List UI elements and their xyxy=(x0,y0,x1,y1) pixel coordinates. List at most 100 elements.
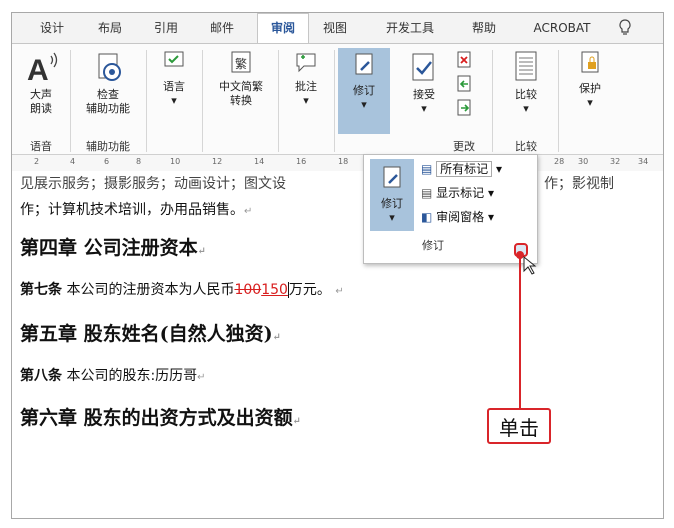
group-label-changes: 更改 xyxy=(453,140,475,153)
article-7-label: 第七条 xyxy=(20,282,62,298)
group-separator xyxy=(146,50,147,152)
ruler-tick: 14 xyxy=(254,157,265,166)
comment-icon xyxy=(296,53,316,73)
next-change-button[interactable] xyxy=(450,98,480,122)
language-icon xyxy=(164,51,184,67)
ruler-tick: 4 xyxy=(70,157,76,166)
chapter-5-text: 第五章 股东姓名(自然人独资) xyxy=(20,323,273,345)
dropdown-arrow-icon: ▾ xyxy=(389,211,395,224)
ruler-tick: 6 xyxy=(104,157,110,166)
ruler-tick: 10 xyxy=(170,157,181,166)
reject-button[interactable] xyxy=(450,50,480,74)
tab-layout[interactable]: 布局 xyxy=(90,13,130,43)
paragraph-mark-icon: ↵ xyxy=(335,286,344,297)
chapter-5-heading: 第五章 股东姓名(自然人独资)↵ xyxy=(20,319,281,346)
paragraph-mark-icon: ↵ xyxy=(272,332,281,343)
tab-help[interactable]: 帮助 xyxy=(464,13,504,43)
article-8-label: 第八条 xyxy=(20,368,62,384)
deleted-text: 100 xyxy=(234,282,262,298)
ribbon-tabs: 设计 布局 引用 邮件 审阅 视图 开发工具 帮助 ACROBAT xyxy=(12,13,663,44)
read-aloud-label: 大声 朗读 xyxy=(30,88,52,115)
article-8-text: 本公司的股东:历历哥 xyxy=(66,368,198,384)
paragraph-mark-icon: ↵ xyxy=(244,206,253,217)
svg-text:A: A xyxy=(27,54,49,84)
document-body[interactable]: 见展示服务；摄影服务；动画设计；图文设 作；影视制 作；计算机技术培训，办用品销… xyxy=(12,171,663,518)
all-markup-select: 所有标记 xyxy=(436,161,493,177)
accept-label: 接受 xyxy=(413,88,435,101)
tab-view[interactable]: 视图 xyxy=(315,13,355,43)
dropdown-arrow-icon: ▾ xyxy=(488,210,495,224)
dropdown-arrow-icon: ▾ xyxy=(496,162,503,176)
tab-references[interactable]: 引用 xyxy=(146,13,186,43)
protect-button[interactable]: 保护 ▾ xyxy=(564,50,616,110)
dropdown-arrow-icon: ▾ xyxy=(171,94,177,107)
ruler-tick: 12 xyxy=(212,157,223,166)
group-separator xyxy=(278,50,279,152)
dropdown-arrow-icon: ▾ xyxy=(488,186,495,200)
previous-change-button[interactable] xyxy=(450,74,480,98)
tab-developer[interactable]: 开发工具 xyxy=(377,13,443,43)
article-8: 第八条 本公司的股东:历历哥↵ xyxy=(20,365,206,385)
lightbulb-icon[interactable] xyxy=(615,13,635,43)
tracking-group-popup: 修订 ▾ ▤ 所有标记 ▾ ▤ 显示标记 ▾ ◧ 审阅窗格 ▾ 修订 xyxy=(363,154,538,264)
word-window: 设计 布局 引用 邮件 审阅 视图 开发工具 帮助 ACROBAT A 大声 朗… xyxy=(11,12,664,519)
previous-change-icon xyxy=(457,75,471,92)
group-separator xyxy=(334,50,335,152)
language-button[interactable]: 语言 ▾ xyxy=(152,50,196,108)
read-aloud-button[interactable]: A 大声 朗读 xyxy=(18,50,64,116)
article-7: 第七条 本公司的注册资本为人民币100150万元。 ↵ xyxy=(20,279,344,299)
group-label-compare: 比较 xyxy=(515,140,537,153)
svg-text:繁: 繁 xyxy=(235,56,247,71)
dropdown-arrow-icon: ▾ xyxy=(421,102,427,115)
language-label: 语言 xyxy=(163,80,185,93)
horizontal-ruler[interactable]: 2 4 6 8 10 12 14 16 18 28 30 32 34 xyxy=(12,155,663,172)
track-changes-icon xyxy=(383,166,401,188)
read-aloud-icon: A xyxy=(27,52,58,87)
check-accessibility-button[interactable]: 检查 辅助功能 xyxy=(76,50,140,116)
all-markup-dropdown[interactable]: ▤ 所有标记 ▾ xyxy=(421,159,502,179)
markup-icon: ▤ xyxy=(421,162,433,176)
chinese-conversion-label: 中文简繁 转换 xyxy=(219,80,263,107)
dropdown-arrow-icon: ▾ xyxy=(587,96,593,109)
dropdown-arrow-icon: ▾ xyxy=(361,98,367,111)
callout-connector xyxy=(516,251,537,409)
ruler-tick: 34 xyxy=(638,157,649,166)
dropdown-arrow-icon: ▾ xyxy=(523,102,529,115)
ruler-tick: 2 xyxy=(34,157,40,166)
compare-button[interactable]: 比较 ▾ xyxy=(500,50,552,116)
track-changes-button[interactable]: 修订 ▾ xyxy=(338,48,390,134)
track-changes-icon xyxy=(355,53,373,75)
ruler-tick: 8 xyxy=(136,157,142,166)
group-label-speech: 语音 xyxy=(30,140,52,153)
review-pane-button[interactable]: ◧ 审阅窗格 ▾ xyxy=(421,207,494,227)
next-change-icon xyxy=(457,99,471,116)
popup-track-changes-button[interactable]: 修订 ▾ xyxy=(370,159,414,231)
ruler-tick: 16 xyxy=(296,157,307,166)
paragraph-mark-icon: ↵ xyxy=(197,372,206,383)
ruler-tick: 28 xyxy=(554,157,565,166)
accept-icon xyxy=(412,53,434,81)
tab-acrobat[interactable]: ACROBAT xyxy=(526,13,598,43)
doc-line-0-right: 作；影视制 xyxy=(544,176,614,192)
show-markup-icon: ▤ xyxy=(421,186,433,200)
doc-line-1-text: 作；计算机技术培训，办用品销售。 xyxy=(20,202,244,218)
tab-review[interactable]: 审阅 xyxy=(257,13,309,44)
dropdown-arrow-icon: ▾ xyxy=(303,94,309,107)
tab-mailings[interactable]: 邮件 xyxy=(202,13,242,43)
tab-design[interactable]: 设计 xyxy=(32,13,72,43)
chinese-conversion-button[interactable]: 繁 中文简繁 转换 xyxy=(208,50,274,108)
comment-button[interactable]: 批注 ▾ xyxy=(284,50,328,108)
popup-group-label: 修订 xyxy=(422,239,444,252)
ruler-tick: 32 xyxy=(610,157,621,166)
accept-button[interactable]: 接受 ▾ xyxy=(398,50,450,116)
show-markup-button[interactable]: ▤ 显示标记 ▾ xyxy=(421,183,494,203)
track-changes-label: 修订 xyxy=(353,84,375,97)
lock-icon xyxy=(581,51,599,73)
article-7-end: 万元。 xyxy=(287,282,331,298)
click-callout: 单击 xyxy=(487,408,551,444)
popup-track-label: 修订 xyxy=(381,197,403,210)
group-separator xyxy=(70,50,71,152)
group-separator xyxy=(558,50,559,152)
article-7-text: 本公司的注册资本为人民币 xyxy=(66,282,235,298)
comment-label: 批注 xyxy=(295,80,317,93)
